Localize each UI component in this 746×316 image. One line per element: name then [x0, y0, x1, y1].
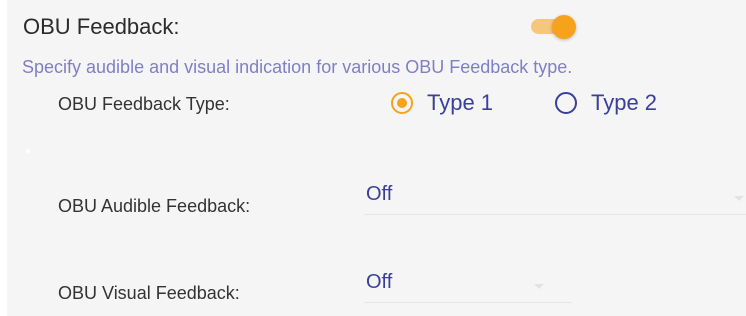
- visual-feedback-value: Off: [366, 271, 393, 293]
- visual-feedback-label: OBU Visual Feedback:: [58, 283, 240, 303]
- dropdown-caret-icon: [534, 284, 544, 289]
- dropdown-caret-icon: [734, 196, 744, 201]
- visual-feedback-select[interactable]: Off: [364, 266, 572, 303]
- audible-feedback-value: Off: [366, 183, 393, 205]
- section-description: Specify audible and visual indication fo…: [22, 57, 573, 77]
- radio-type-2-label: Type 2: [591, 90, 658, 115]
- toggle-thumb: [552, 15, 576, 39]
- audible-feedback-label: OBU Audible Feedback:: [58, 196, 251, 216]
- obu-feedback-panel: OBU Feedback: Specify audible and visual…: [7, 0, 746, 316]
- radio-type-1[interactable]: Type 1: [391, 88, 493, 118]
- audible-feedback-select[interactable]: Off: [364, 178, 746, 215]
- decorative-dot: [26, 149, 30, 153]
- radio-type-1-label: Type 1: [427, 90, 494, 115]
- section-title: OBU Feedback:: [23, 14, 180, 39]
- feedback-type-label: OBU Feedback Type:: [58, 94, 230, 114]
- radio-checked-icon: [391, 92, 413, 114]
- radio-type-2[interactable]: Type 2: [555, 88, 657, 118]
- radio-unchecked-icon: [555, 92, 577, 114]
- obu-feedback-toggle[interactable]: [525, 13, 577, 41]
